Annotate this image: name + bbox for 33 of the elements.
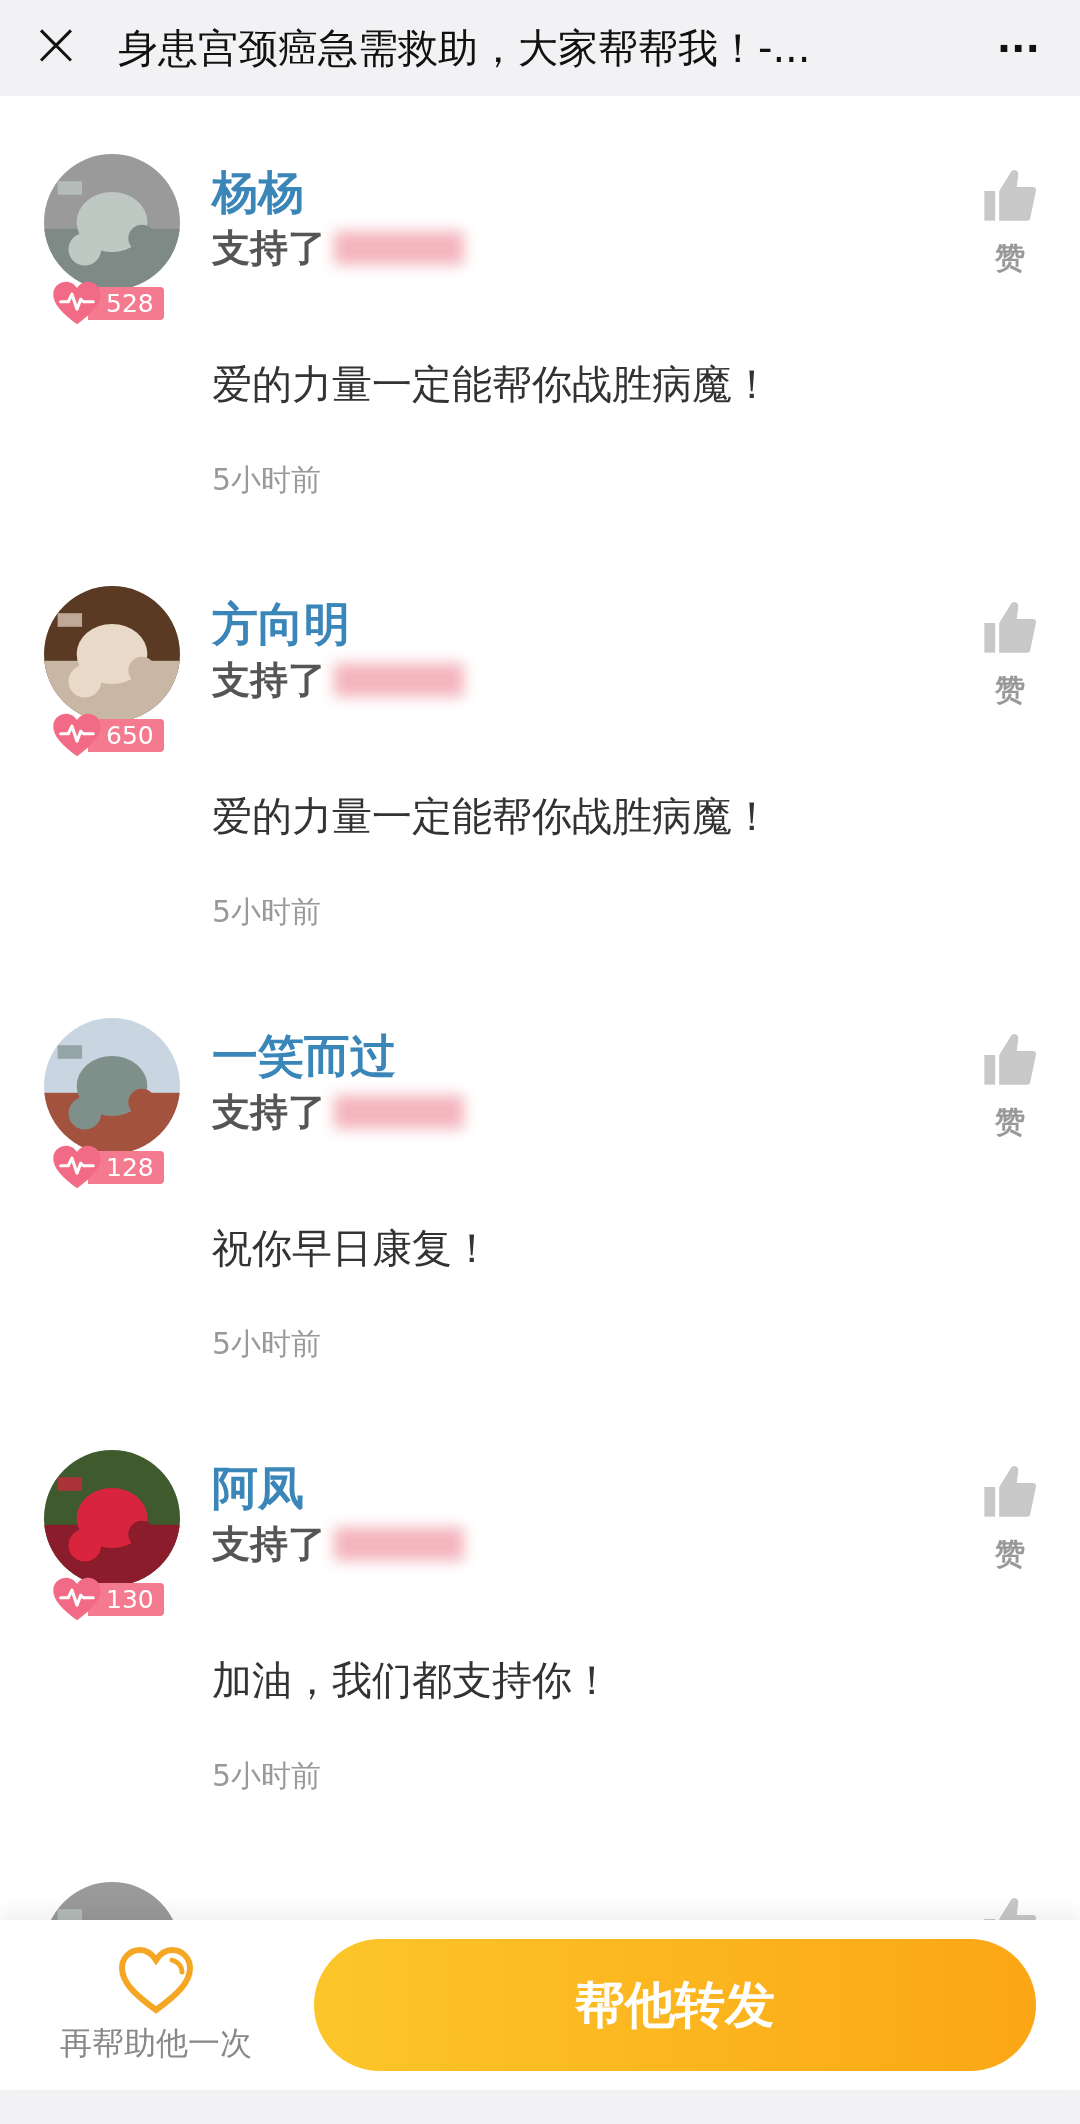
support-label: 支持了 [212, 656, 326, 704]
thumbs-up-icon[interactable] [983, 168, 1037, 222]
user-name[interactable]: 杨杨 [212, 164, 304, 222]
like-label: 赞 [995, 1535, 1025, 1573]
comment-text: 爱的力量一定能帮你战胜病魔！ [212, 359, 772, 409]
heart-icon [116, 1944, 196, 2016]
like-label: 赞 [995, 239, 1025, 277]
timestamp: 5小时前 [212, 1756, 322, 1795]
more-button[interactable]: ··· [986, 26, 1050, 70]
timestamp: 5小时前 [212, 460, 322, 499]
like-label: 赞 [995, 1103, 1025, 1141]
user-name[interactable]: 方向明 [212, 596, 350, 654]
like-label: 赞 [995, 671, 1025, 709]
heart-pulse-icon [52, 280, 102, 326]
thumbs-up-icon[interactable] [983, 1032, 1037, 1086]
thumbs-up-icon[interactable] [983, 600, 1037, 654]
timestamp: 5小时前 [212, 892, 322, 931]
page-title: 身患宫颈癌急需救助，大家帮帮我！-... [117, 23, 812, 73]
close-button[interactable]: × [30, 13, 82, 83]
support-label: 支持了 [212, 224, 326, 272]
comment-text: 爱的力量一定能帮你战胜病魔！ [212, 791, 772, 841]
heart-pulse-icon [52, 1576, 102, 1622]
comment-text: 加油，我们都支持你！ [212, 1655, 612, 1705]
comment-text: 祝你早日康复！ [212, 1223, 492, 1273]
user-name[interactable]: 阿凤 [212, 1460, 304, 1518]
help-again-button[interactable]: 再帮助他一次 [60, 1944, 252, 2066]
heart-pulse-icon [52, 1144, 102, 1190]
thumbs-up-icon[interactable] [983, 1464, 1037, 1518]
heart-pulse-icon [52, 712, 102, 758]
support-label: 支持了 [212, 1520, 326, 1568]
user-name[interactable]: 一笑而过 [212, 1028, 396, 1086]
support-label: 支持了 [212, 1088, 326, 1136]
timestamp: 5小时前 [212, 1324, 322, 1363]
